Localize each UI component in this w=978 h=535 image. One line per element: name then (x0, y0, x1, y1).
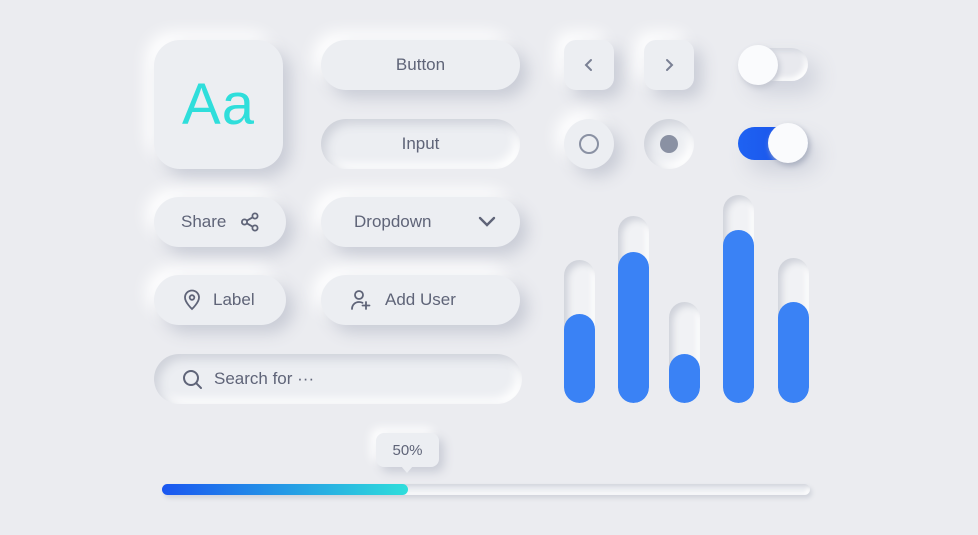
bar-track (564, 260, 595, 403)
tooltip-pointer (401, 466, 413, 473)
next-button[interactable] (644, 40, 694, 90)
progress-value: 50% (392, 441, 423, 459)
bar-track (618, 216, 649, 403)
add-user-button[interactable]: Add User (321, 275, 520, 325)
user-plus-icon (350, 289, 372, 311)
bar-track (669, 302, 700, 403)
input-field[interactable]: Input (321, 119, 520, 169)
chevron-left-icon (584, 58, 594, 72)
bar-track (723, 195, 754, 403)
label-button[interactable]: Label (154, 275, 286, 325)
toggle-knob (768, 123, 808, 163)
radio-dot-icon (660, 135, 678, 153)
radio-unchecked[interactable] (564, 119, 614, 169)
progress-track[interactable] (162, 484, 810, 495)
bar-track (778, 258, 809, 403)
radio-checked[interactable] (644, 119, 694, 169)
chevron-down-icon (478, 216, 496, 228)
toggle-on[interactable] (738, 123, 808, 163)
bar-fill (618, 251, 649, 403)
search-input[interactable]: Search for ··· (154, 354, 522, 404)
bar-fill (564, 314, 595, 403)
bar-fill (723, 230, 754, 403)
button-label: Button (395, 55, 446, 74)
prev-button[interactable] (564, 40, 614, 90)
search-placeholder: Search for ··· (214, 369, 315, 388)
toggle-knob (738, 45, 778, 85)
button[interactable]: Button (321, 40, 520, 90)
toggle-off[interactable] (738, 45, 808, 85)
bar-fill (778, 301, 809, 403)
bar-fill (669, 353, 700, 403)
dropdown-label: Dropdown (354, 212, 432, 231)
share-icon (240, 212, 260, 232)
radio-ring-icon (579, 134, 599, 154)
share-label: Share (181, 212, 227, 231)
search-icon (182, 369, 203, 390)
progress-tooltip: 50% (376, 433, 439, 473)
progress-fill (162, 484, 409, 495)
map-pin-icon (183, 289, 201, 311)
typography-sample: Aa (182, 72, 255, 137)
share-button[interactable]: Share (154, 197, 286, 247)
input-label: Input (401, 134, 440, 153)
dropdown[interactable]: Dropdown (321, 197, 520, 247)
label-text: Label (213, 290, 255, 309)
typography-card: Aa (154, 40, 283, 169)
add-user-label: Add User (385, 290, 456, 309)
chevron-right-icon (664, 58, 674, 72)
